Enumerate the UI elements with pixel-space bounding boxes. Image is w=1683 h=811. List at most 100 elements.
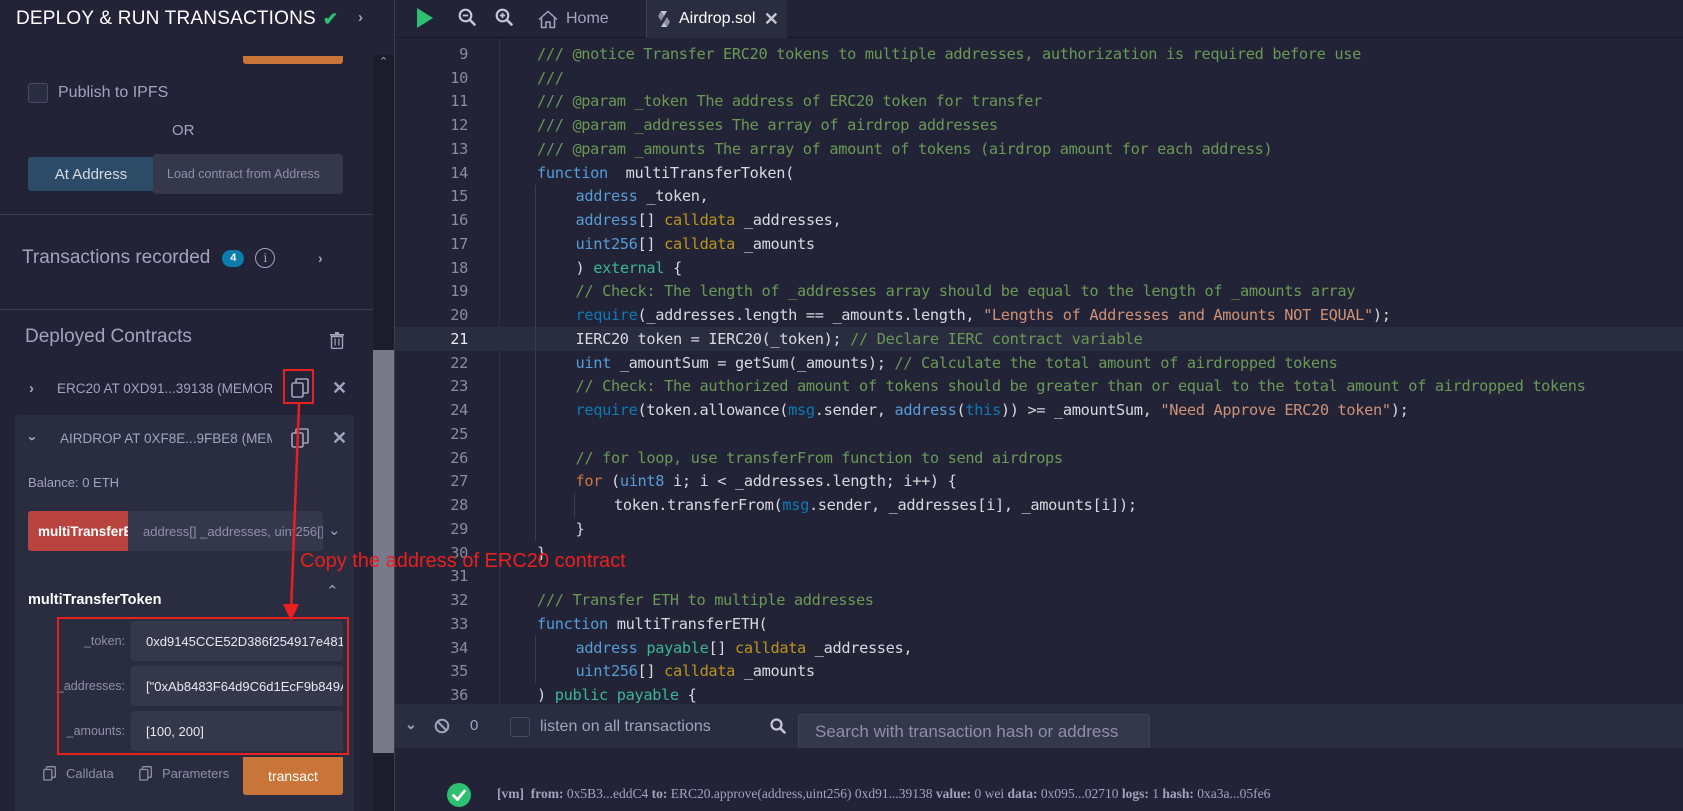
line-number: 29 — [450, 519, 468, 538]
copy-parameters-button[interactable]: Parameters — [139, 766, 229, 781]
chevron-down-icon[interactable]: ⌄ — [328, 521, 341, 539]
close-icon[interactable]: ✕ — [332, 428, 347, 449]
code-line[interactable]: 27 for (uint8 i; i < _addresses.length; i… — [395, 470, 1683, 494]
code-token: address — [894, 401, 957, 420]
tab-airdrop-sol[interactable]: Airdrop.sol ✕ — [646, 0, 787, 38]
zoom-out-icon[interactable] — [458, 8, 476, 26]
contract-row-airdrop[interactable]: › AIRDROP AT 0XF8E...9FBE8 (MEMORY) ✕ — [0, 420, 373, 456]
at-address-button[interactable]: At Address — [28, 157, 154, 191]
scroll-up-arrow[interactable]: ⌃ — [373, 55, 394, 71]
code-text: // for loop, use transferFrom function t… — [576, 449, 1064, 467]
code-line[interactable]: 19 // Check: The length of _addresses arr… — [395, 280, 1683, 304]
code-token: .sender, — [814, 401, 895, 420]
run-icon[interactable] — [416, 7, 434, 29]
code-text: ) external { — [576, 258, 683, 277]
code-token: ) — [537, 686, 555, 704]
multi-transfer-eth-button[interactable]: multiTransferETH — [28, 511, 129, 551]
annotation-highlight-params — [57, 617, 349, 755]
code-token: ( — [602, 472, 620, 491]
contract-row-erc20[interactable]: › ERC20 AT 0XD91...39138 (MEMORY) ✕ — [0, 370, 373, 406]
copy-calldata-button[interactable]: Calldata — [43, 766, 114, 781]
code-line[interactable]: 17 uint256[] calldata _amounts — [395, 232, 1683, 256]
chevron-right-icon[interactable]: › — [358, 9, 363, 26]
multi-transfer-eth-args-input[interactable]: address[] _addresses, uint256[] _amounts — [128, 511, 323, 551]
tab-file-label: Airdrop.sol — [679, 10, 756, 27]
line-number: 18 — [450, 258, 468, 277]
contract-name: AIRDROP AT 0XF8E...9FBE8 (MEMORY) — [60, 430, 272, 446]
code-line[interactable]: 29} — [395, 517, 1683, 541]
line-number: 12 — [450, 116, 468, 135]
transaction-search-input[interactable]: Search with transaction hash or address — [798, 714, 1150, 749]
transactions-recorded-label: Transactions recorded — [22, 247, 211, 268]
indent-guide — [535, 208, 536, 232]
clear-console-icon[interactable] — [434, 718, 450, 734]
chevron-right-icon[interactable]: › — [29, 380, 34, 397]
code-line[interactable]: 35 uint256[] calldata _amounts — [395, 660, 1683, 684]
transact-button[interactable]: transact — [243, 757, 343, 795]
zoom-in-icon[interactable] — [495, 8, 513, 26]
code-token: uint256 — [575, 234, 638, 253]
code-line[interactable]: 10 /// — [395, 66, 1683, 90]
calldata-label: Calldata — [66, 766, 114, 781]
code-line[interactable]: 20 require(_addresses.length == _amounts.… — [395, 303, 1683, 327]
code-token: for — [575, 472, 603, 491]
line-number: 13 — [450, 139, 468, 158]
close-icon[interactable]: ✕ — [764, 9, 779, 30]
tab-home-label: Home — [566, 10, 609, 27]
code-token: external — [593, 258, 665, 277]
code-line[interactable]: 16 address[] calldata _addresses, — [395, 208, 1683, 232]
code-token: /// @param _amounts The array of amount … — [537, 139, 1273, 158]
listen-all-checkbox[interactable] — [510, 717, 530, 737]
code-token: _addresses, — [735, 211, 842, 230]
code-token: )) >= _amountSum, — [1000, 401, 1161, 420]
code-token: _addresses, — [805, 638, 913, 657]
code-text: uint _amountSum = getSum(_amounts); // C… — [576, 354, 1338, 372]
log-data-label: data: — [1007, 786, 1038, 801]
code-line[interactable]: 9 /// @notice Transfer ERC20 tokens to mu… — [395, 42, 1683, 66]
code-line[interactable]: 21 IERC20 token = IERC20(_token); // Decl… — [395, 327, 1683, 351]
code-line[interactable]: 24 require(token.allowance(msg.sender, ad… — [395, 398, 1683, 422]
code-token: require — [575, 306, 638, 325]
chevron-right-icon[interactable]: › — [318, 250, 323, 266]
close-icon[interactable]: ✕ — [332, 378, 347, 399]
code-line[interactable]: 11 /// @param _token The address of ERC20… — [395, 90, 1683, 114]
transaction-log-line[interactable]: [vm] from: 0x5B3...eddC4 to: ERC20.appro… — [497, 786, 1270, 802]
deploy-button-edge[interactable] — [243, 56, 343, 64]
code-token: ); — [1390, 401, 1409, 420]
code-line[interactable]: 26 // for loop, use transferFrom function… — [395, 446, 1683, 470]
success-check-icon — [447, 783, 471, 807]
code-line[interactable]: 18 ) external { — [395, 256, 1683, 280]
info-icon[interactable]: i — [255, 248, 276, 268]
chevron-down-icon[interactable]: › — [24, 436, 41, 441]
code-token: function — [537, 614, 608, 633]
transactions-recorded[interactable]: Transactions recorded 4 i — [22, 247, 276, 269]
collapse-terminal-icon[interactable]: ⌄ — [405, 716, 417, 733]
copy-icon[interactable] — [291, 428, 309, 448]
code-line[interactable]: 13 /// @param _amounts The array of amoun… — [395, 137, 1683, 161]
code-line[interactable]: 12 /// @param _addresses The array of air… — [395, 113, 1683, 137]
trash-icon[interactable] — [330, 332, 344, 349]
code-editor[interactable]: 9 /// @notice Transfer ERC20 tokens to mu… — [395, 39, 1683, 704]
tab-home[interactable]: Home — [538, 0, 609, 38]
code-line[interactable]: 15 address _token, — [395, 185, 1683, 209]
code-line[interactable]: 33 function multiTransferETH( — [395, 612, 1683, 636]
code-line[interactable]: 22 uint _amountSum = getSum(_amounts); //… — [395, 351, 1683, 375]
chevron-up-icon[interactable]: ⌃ — [326, 582, 339, 600]
code-line[interactable]: 14 function multiTransferToken( — [395, 161, 1683, 185]
publish-ipfs-checkbox[interactable] — [28, 83, 48, 103]
code-text: ) public payable { — [537, 686, 697, 704]
indent-guide — [573, 493, 575, 517]
code-line[interactable]: 34 address payable[] calldata _addresses, — [395, 636, 1683, 660]
code-line[interactable]: 23 // Check: The authorized amount of tok… — [395, 375, 1683, 399]
line-number: 15 — [450, 187, 468, 206]
code-token: /// @notice Transfer ERC20 tokens to mul… — [537, 44, 1361, 63]
indent-guide — [535, 350, 536, 375]
code-token: // Declare IERC contract variable — [850, 329, 1143, 348]
code-line[interactable]: 32 /// Transfer ETH to multiple addresses — [395, 588, 1683, 612]
indent-guide — [535, 469, 536, 494]
load-contract-address-input[interactable]: Load contract from Address — [153, 154, 343, 194]
code-line[interactable]: 28 token.transferFrom(msg.sender, _addres… — [395, 493, 1683, 517]
line-number: 22 — [450, 353, 468, 372]
code-line[interactable]: 36) public payable { — [395, 683, 1683, 704]
code-line[interactable]: 25 — [395, 422, 1683, 446]
